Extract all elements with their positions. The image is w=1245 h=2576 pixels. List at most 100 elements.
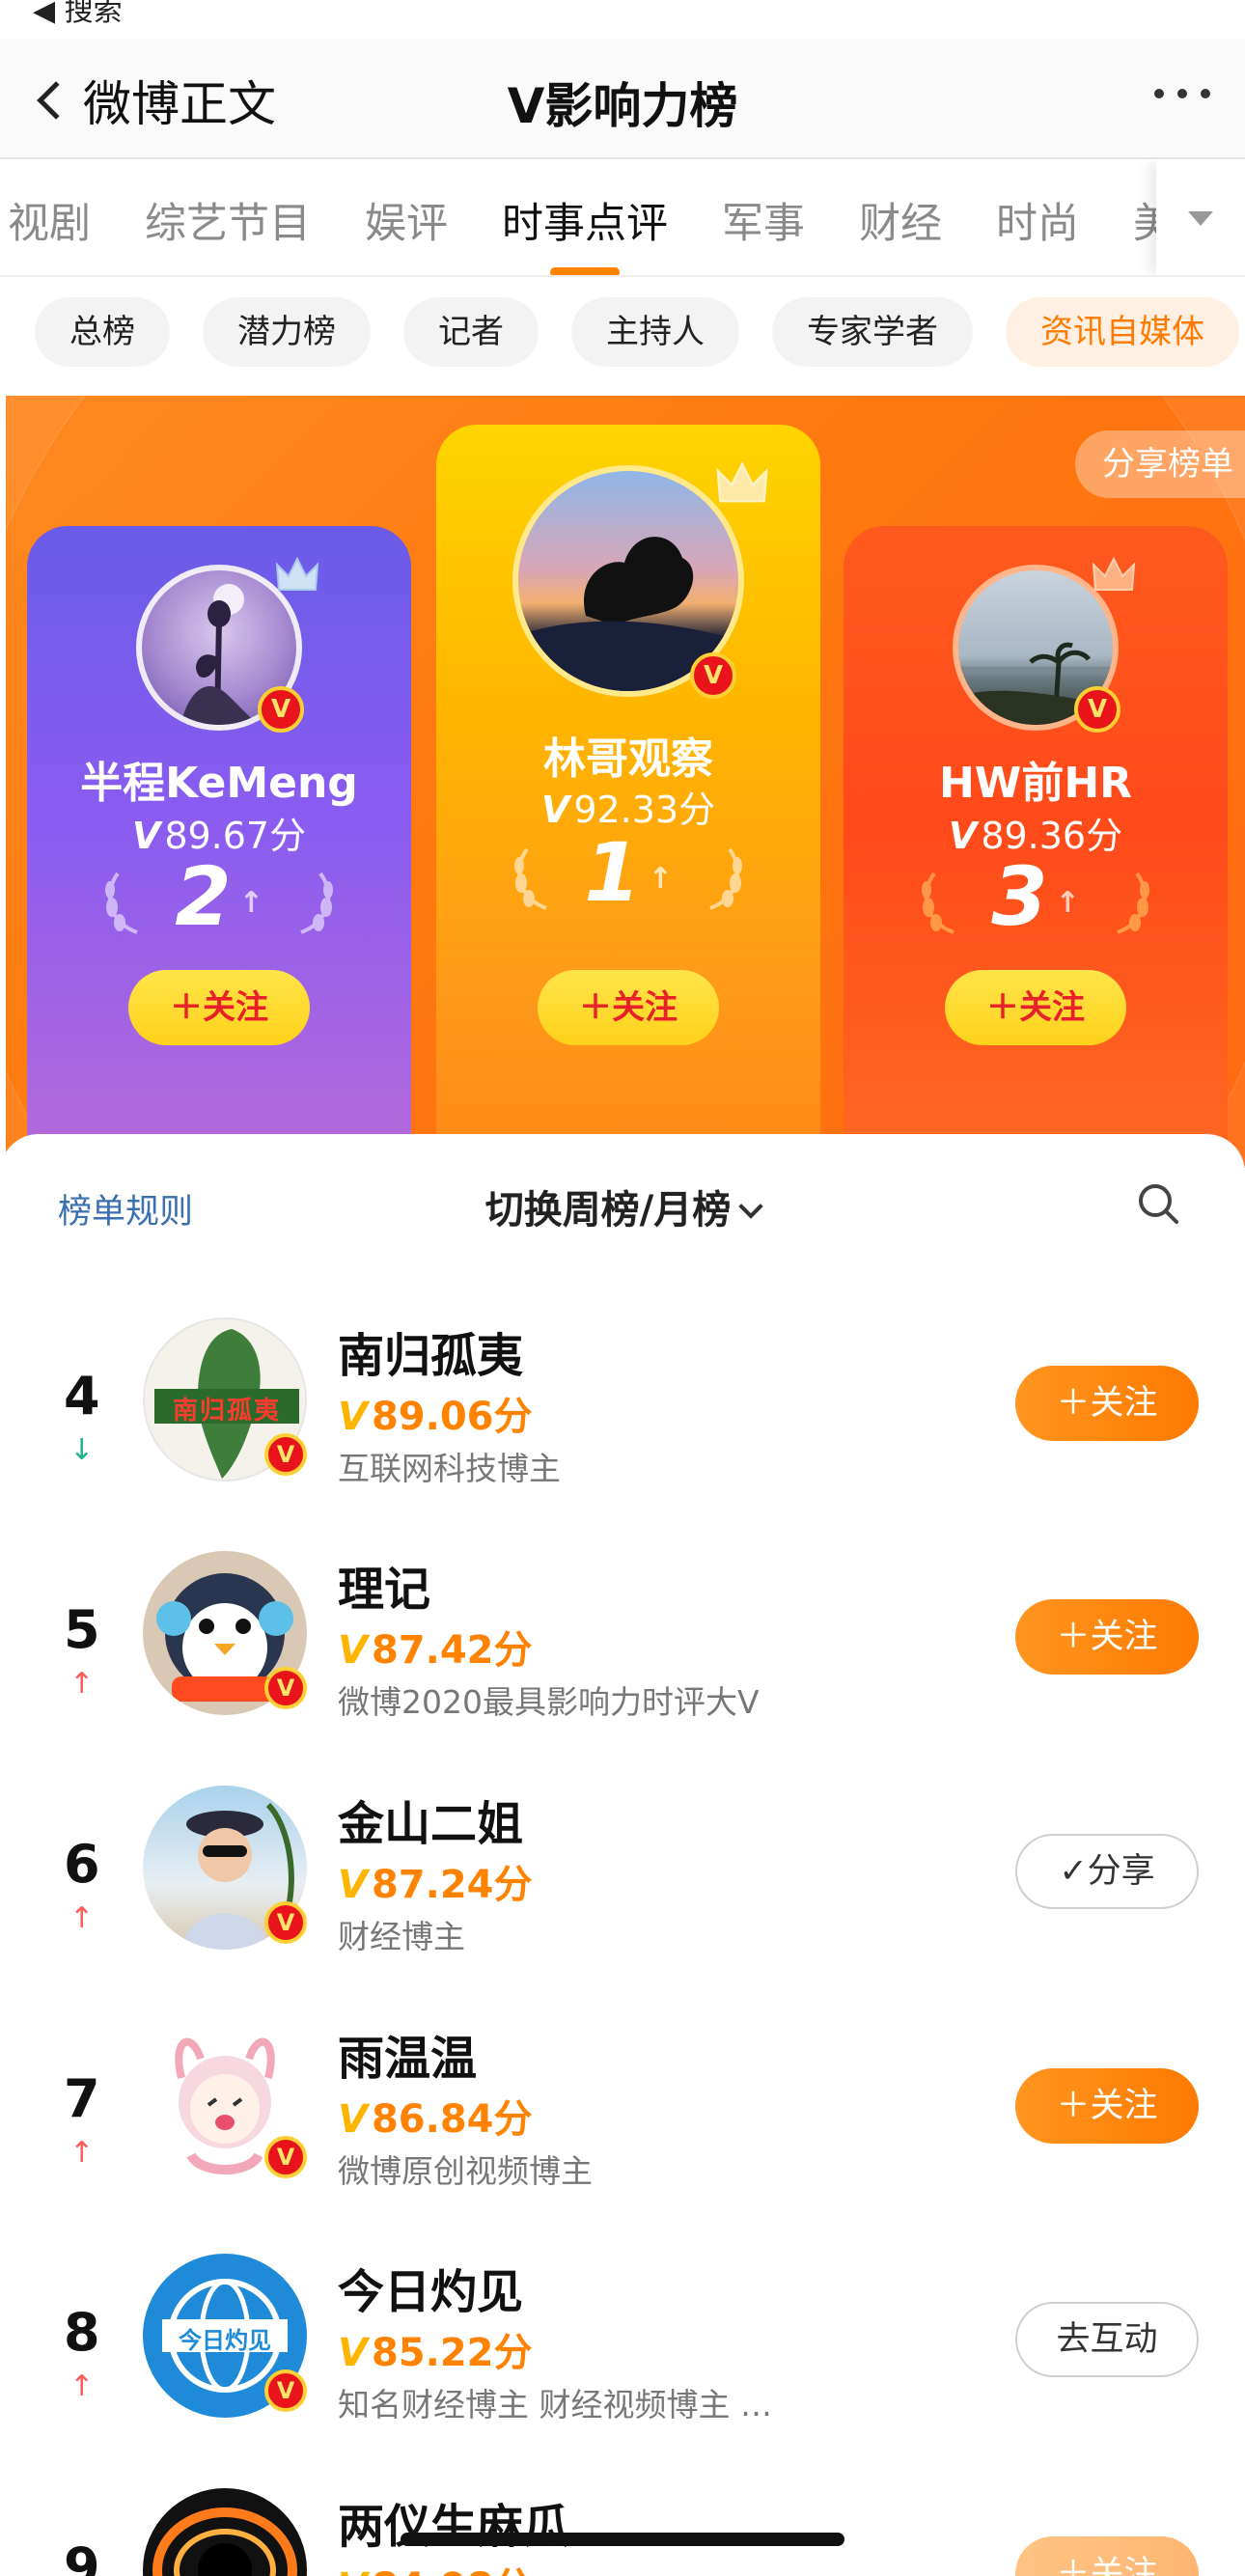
follow-button[interactable]: ＋关注: [1015, 1599, 1199, 1675]
trend-up-icon: ↑: [238, 885, 263, 920]
user-score: V 87.24分: [338, 1863, 533, 1907]
user-name[interactable]: 南归孤夷: [338, 1317, 523, 1385]
laurel-right-icon: [709, 847, 743, 910]
laurel-right-icon: [1117, 872, 1150, 934]
list-item[interactable]: 8 ↑ 今日灼见 V 今日灼见 V 85.22分 知名财经博主 财经视频博主 … …: [0, 2225, 1245, 2456]
podium-banner: 分享榜单 V 半程KeMeng V 89.67分 2 ↑ ＋关注 V 林哥观察 …: [6, 396, 1245, 1168]
period-switch-dropdown[interactable]: 切换周榜/月榜: [0, 1178, 1245, 1234]
follow-button[interactable]: ＋关注: [1015, 2068, 1199, 2144]
nav-bar: 微博正文 V影响力榜: [0, 39, 1245, 159]
podium-card-rank-2[interactable]: V 半程KeMeng V 89.67分 2 ↑ ＋关注: [27, 526, 411, 1168]
rank-number: 4: [64, 1366, 100, 1426]
verified-badge-icon: V: [1074, 686, 1120, 733]
chip-news-media[interactable]: 资讯自媒体: [1006, 297, 1239, 367]
podium-card-rank-3[interactable]: V HW前HR V 89.36分 3 ↑ ＋关注: [844, 526, 1228, 1168]
trend-up-icon: ↑: [69, 2369, 95, 2403]
verified-badge-icon: V: [264, 2369, 307, 2412]
user-score: V84.98分: [338, 2556, 533, 2576]
avatar-text: 南归孤夷: [172, 1397, 281, 1426]
ranking-list-panel: 榜单规则 切换周榜/月榜 4 ↓ 南归孤夷 V 南归孤夷 V 89.06分 互联网…: [0, 1134, 1245, 2576]
list-item[interactable]: 6 ↑ V 金山二姐 V 87.24分 财经博主 ✓分享: [0, 1757, 1245, 1988]
crown-icon: [715, 459, 769, 506]
tab-drama[interactable]: 视剧: [0, 190, 118, 250]
tab-ent-review[interactable]: 娱评: [338, 190, 475, 250]
avatar-blackhole-image: [152, 2507, 297, 2576]
chip-overall[interactable]: 总榜: [35, 297, 170, 367]
chip-expert[interactable]: 专家学者: [772, 297, 973, 367]
user-description: 微博原创视频博主: [338, 2152, 593, 2190]
podium-rank: 3 ↑: [844, 849, 1228, 944]
list-item[interactable]: 9 两仪生麻瓜 V84.98分 ＋关注: [0, 2459, 1245, 2576]
user-name[interactable]: 理记: [338, 1551, 430, 1619]
chip-host[interactable]: 主持人: [571, 297, 739, 367]
verified-badge-icon: V: [690, 652, 736, 699]
rank-number: 8: [64, 2302, 100, 2363]
chevron-down-icon: [738, 1194, 764, 1219]
user-name[interactable]: 金山二姐: [338, 1786, 523, 1853]
category-tabs: 视剧 综艺节目 娱评 时事点评 军事 财经 时尚 美: [0, 161, 1245, 277]
chip-journalist[interactable]: 记者: [403, 297, 539, 367]
tab-current-affairs[interactable]: 时事点评: [475, 190, 695, 250]
chip-potential[interactable]: 潜力榜: [203, 297, 371, 367]
follow-button[interactable]: ＋关注: [538, 970, 719, 1045]
avatar[interactable]: [143, 2488, 307, 2576]
follow-button[interactable]: ＋关注: [945, 970, 1126, 1045]
user-score: V 86.84分: [338, 2097, 533, 2142]
page: ◀ 搜索 微博正文 V影响力榜 视剧 综艺节目 娱评 时事点评 军事 财经 时尚…: [0, 0, 1245, 2576]
rank-number: 5: [64, 1599, 100, 1660]
dot-icon: [1177, 89, 1187, 98]
rank-number: 7: [64, 2068, 100, 2129]
tab-finance[interactable]: 财经: [832, 190, 969, 250]
user-description: 微博2020最具影响力时评大V: [338, 1683, 760, 1721]
home-indicator[interactable]: [401, 2533, 844, 2546]
podium-name: 半程KeMeng: [80, 759, 358, 808]
tab-variety[interactable]: 综艺节目: [118, 190, 338, 250]
verified-badge-icon: V: [264, 2136, 307, 2178]
user-description: 互联网科技博主: [338, 1450, 561, 1487]
list-item[interactable]: 4 ↓ 南归孤夷 V 南归孤夷 V 89.06分 互联网科技博主 ＋关注: [0, 1288, 1245, 1520]
back-to-search-link[interactable]: ◀ 搜索: [33, 0, 123, 29]
more-options-button[interactable]: [1154, 89, 1210, 98]
crown-icon: [275, 555, 319, 594]
search-icon[interactable]: [1137, 1182, 1179, 1225]
podium-name: HW前HR: [938, 759, 1133, 808]
interact-button[interactable]: 去互动: [1015, 2302, 1199, 2377]
podium-rank: 2 ↑: [27, 849, 411, 944]
list-item[interactable]: 5 ↑ V 理记 V 87.42分 微博2020最具影响力时评大V ＋关注: [0, 1522, 1245, 1754]
laurel-left-icon: [513, 847, 547, 910]
trend-up-icon: ↑: [1055, 885, 1080, 920]
user-score: V 89.06分: [338, 1395, 533, 1439]
user-score: V 87.42分: [338, 1628, 533, 1673]
dot-icon: [1154, 89, 1164, 98]
user-name[interactable]: 今日灼见: [338, 2254, 523, 2321]
tab-fashion[interactable]: 时尚: [969, 190, 1106, 250]
avatar-wrap: V: [136, 556, 319, 733]
tabs-expand-button[interactable]: [1156, 161, 1245, 275]
crown-icon: [1092, 555, 1136, 594]
list-item[interactable]: 7 ↑ V 雨温温 V 86.84分 微博原创视频博主 ＋关注: [0, 1991, 1245, 2223]
dot-icon: [1201, 89, 1210, 98]
laurel-right-icon: [300, 872, 334, 934]
avatar-wrap: V: [512, 461, 768, 699]
rank-number: 9: [64, 2536, 100, 2576]
avatar-wrap: V: [953, 556, 1136, 733]
user-name[interactable]: 雨温温: [338, 2020, 477, 2088]
trend-up-icon: ↑: [69, 1667, 95, 1701]
avatar-text: 今日灼见: [179, 2327, 271, 2354]
rank-number: 6: [64, 1834, 100, 1895]
follow-button[interactable]: ＋关注: [128, 970, 310, 1045]
share-board-button[interactable]: 分享榜单: [1075, 430, 1245, 498]
laurel-left-icon: [921, 872, 954, 934]
page-title: V影响力榜: [507, 78, 738, 134]
trend-up-icon: ↑: [69, 1901, 95, 1935]
share-button[interactable]: ✓分享: [1015, 1834, 1199, 1909]
user-description: 财经博主: [338, 1918, 465, 1955]
tab-military[interactable]: 军事: [695, 190, 832, 250]
verified-badge-icon: V: [258, 686, 304, 733]
podium-card-rank-1[interactable]: V 林哥观察 V 92.33分 1 ↑ ＋关注: [436, 425, 820, 1168]
user-score: V 85.22分: [338, 2331, 533, 2375]
podium-rank: 1 ↑: [436, 825, 820, 920]
follow-button[interactable]: ＋关注: [1015, 2536, 1199, 2576]
trend-up-icon: ↑: [648, 861, 673, 896]
follow-button[interactable]: ＋关注: [1015, 1366, 1199, 1441]
